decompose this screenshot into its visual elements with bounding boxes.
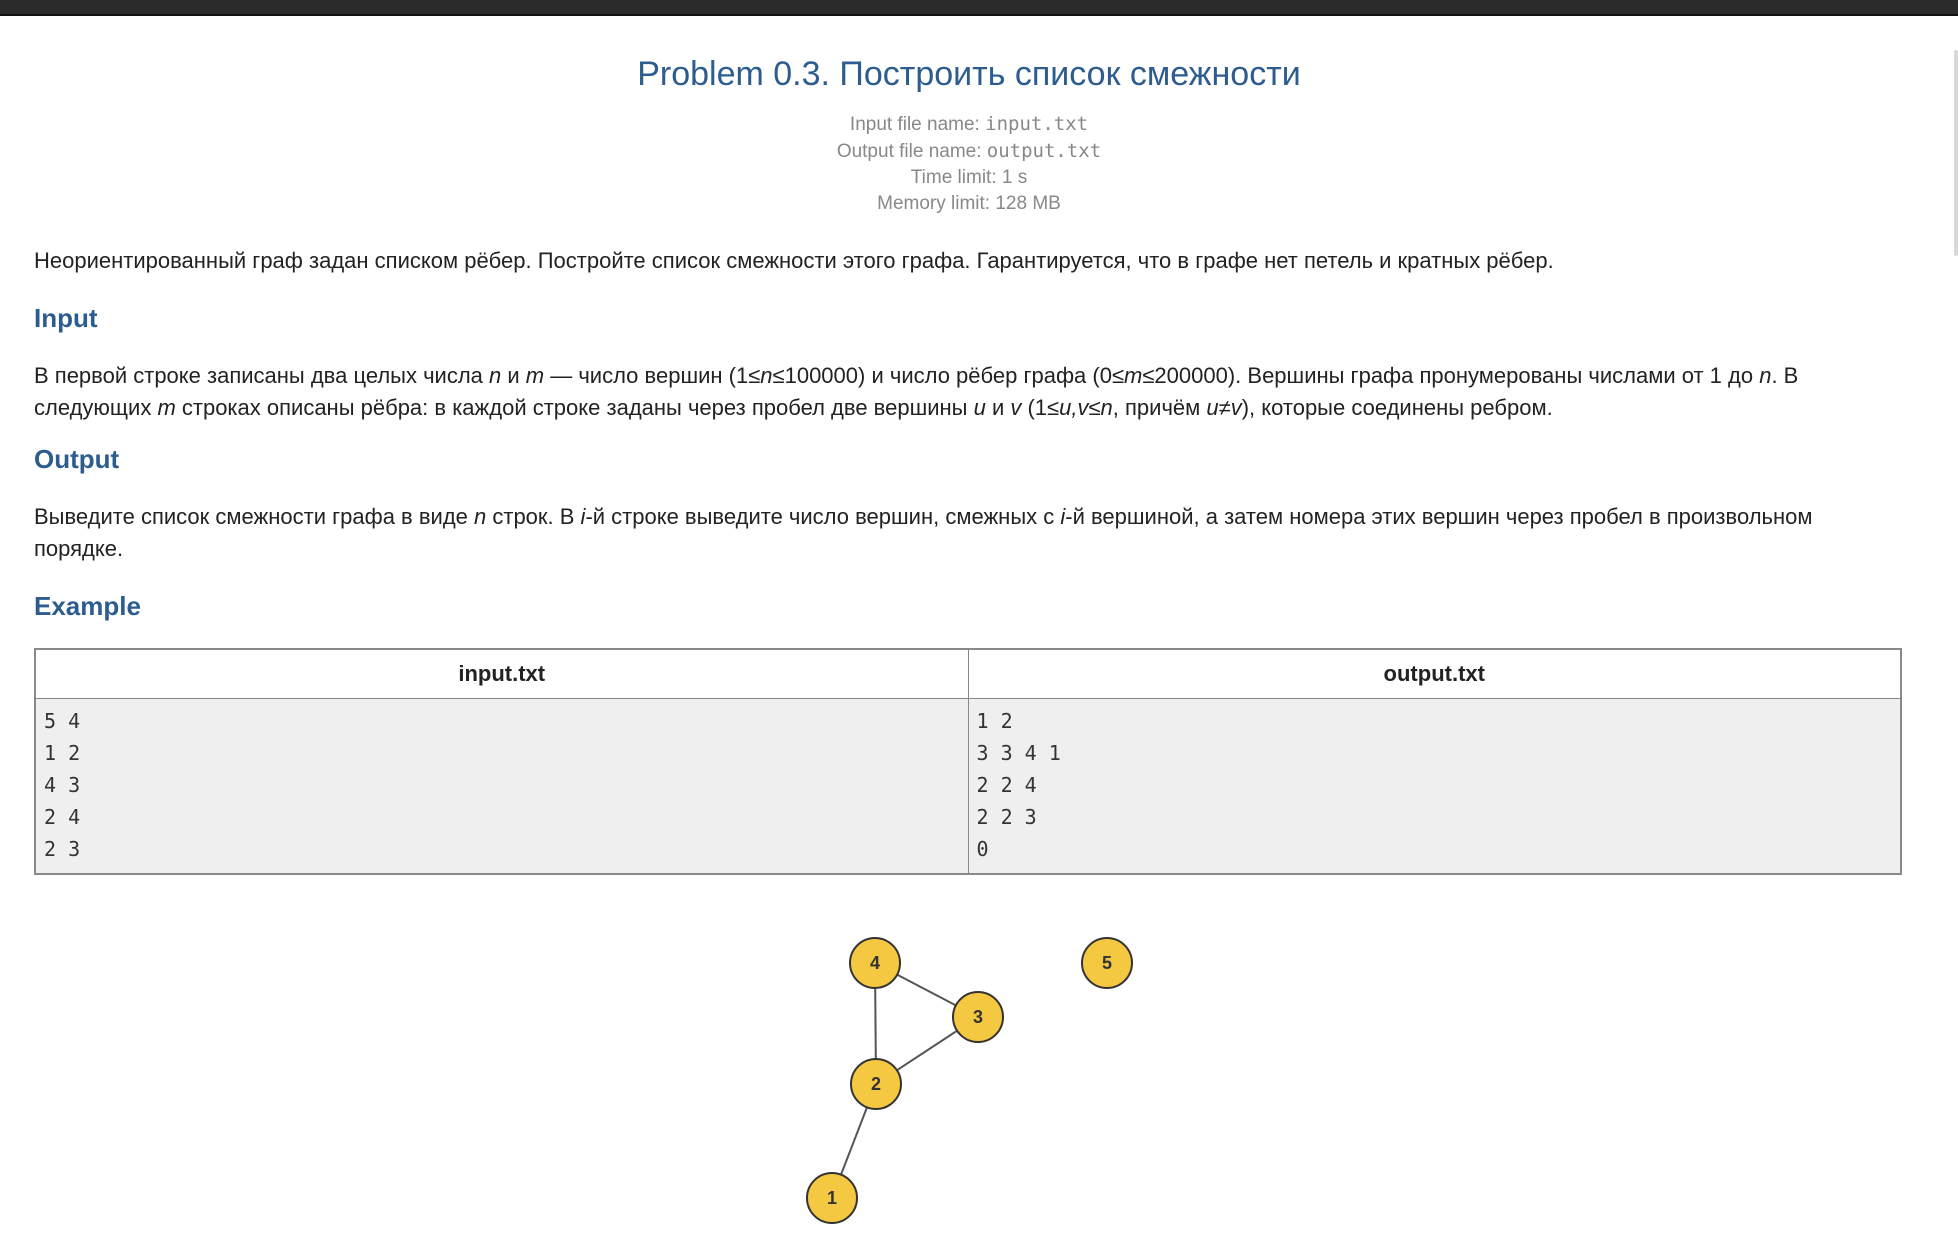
output-line: 2 2 4: [976, 773, 1037, 797]
graph-node-label: 1: [827, 1188, 837, 1208]
output-file-label: Output file name:: [836, 141, 982, 162]
var-uv: u,v≤n: [1059, 395, 1113, 420]
example-output[interactable]: 1 2 3 3 4 1 2 2 4 2 2 3 0: [967, 698, 1902, 875]
example-graph: 1 2 3 4 5: [806, 937, 1133, 1224]
memory-limit: Memory limit: 128 MB: [877, 193, 1061, 214]
input-column-header: input.txt: [34, 648, 969, 699]
graph-node: 3: [952, 991, 1004, 1043]
text: ≤100000) и число рёбер графа (0≤: [772, 363, 1125, 388]
input-line: 1 2: [44, 741, 81, 765]
var-m: m: [1124, 363, 1143, 388]
input-file-name: input.txt: [985, 113, 1089, 135]
text: ≤200000). Вершины графа пронумерованы чи…: [1142, 363, 1760, 388]
output-line: 0: [976, 837, 989, 861]
var-n: n: [1759, 363, 1772, 388]
text: ), которые соединены ребром.: [1241, 395, 1553, 420]
input-line: 2 3: [44, 837, 81, 861]
graph-node-label: 4: [870, 953, 880, 973]
example-input[interactable]: 5 4 1 2 4 3 2 4 2 3: [34, 698, 969, 875]
example-row: 5 4 1 2 4 3 2 4 2 3 1 2 3 3 4 1 2 2 4 2 …: [34, 698, 1902, 875]
text: строк. В: [486, 504, 581, 529]
graph-node: 1: [806, 1172, 858, 1224]
problem-page: Problem 0.3. Построить список смежности …: [34, 14, 1904, 875]
output-line: 3 3 4 1: [976, 741, 1061, 765]
var-u-neq-v: u≠v: [1206, 395, 1242, 420]
page-title: Problem 0.3. Построить список смежности: [637, 55, 1301, 93]
input-file-info: Input file name: input.txt: [34, 111, 1904, 138]
problem-statement: Неориентированный граф задан списком рёб…: [34, 248, 1554, 273]
graph-node: 4: [849, 937, 901, 989]
var-m: m: [525, 363, 545, 388]
input-line: 5 4: [44, 709, 81, 733]
output-column-header: output.txt: [967, 648, 1902, 699]
graph-node: 5: [1081, 937, 1133, 989]
var-n: n: [760, 363, 773, 388]
var-m: m: [157, 395, 176, 420]
var-v: v: [1010, 395, 1022, 420]
input-line: 4 3: [44, 773, 81, 797]
output-file-info: Output file name: output.txt: [34, 138, 1904, 165]
text: Выведите список смежности графа в виде: [34, 504, 474, 529]
text: и: [985, 395, 1011, 420]
graph-node-label: 2: [871, 1074, 881, 1094]
var-n: n: [474, 504, 487, 529]
var-n: n: [489, 363, 502, 388]
text: В первой строке записаны два целых числа: [34, 363, 490, 388]
var-u: u: [973, 395, 986, 420]
time-limit: Time limit: 1 s: [910, 167, 1028, 188]
input-line: 2 4: [44, 805, 81, 829]
text: и: [501, 363, 526, 388]
example-table: input.txt output.txt 5 4 1 2 4 3 2 4 2 3…: [34, 648, 1902, 875]
text: , причём: [1112, 395, 1207, 420]
example-heading: Example: [34, 591, 141, 621]
example-header-row: input.txt output.txt: [34, 648, 1902, 699]
problem-limits: Input file name: input.txt Output file n…: [34, 111, 1904, 217]
output-line: 2 2 3: [976, 805, 1037, 829]
input-description: В первой строке записаны два целых числа…: [34, 360, 1904, 424]
graph-nodes: 1 2 3 4 5: [806, 937, 1133, 1224]
output-line: 1 2: [976, 709, 1013, 733]
input-heading: Input: [34, 303, 98, 333]
output-description: Выведите список смежности графа в виде n…: [34, 501, 1904, 565]
text: строках описаны рёбра: в каждой строке з…: [175, 395, 974, 420]
text: -й строке выведите число вершин, смежных…: [585, 504, 1061, 529]
graph-node-label: 5: [1102, 953, 1112, 973]
text: (1≤: [1021, 395, 1060, 420]
input-file-label: Input file name:: [849, 114, 980, 135]
text: — число вершин (1≤: [544, 363, 761, 388]
scrollbar[interactable]: [1954, 50, 1958, 256]
output-heading: Output: [34, 444, 120, 474]
graph-node: 2: [850, 1058, 902, 1110]
output-file-name: output.txt: [986, 140, 1102, 162]
graph-node-label: 3: [973, 1007, 983, 1027]
